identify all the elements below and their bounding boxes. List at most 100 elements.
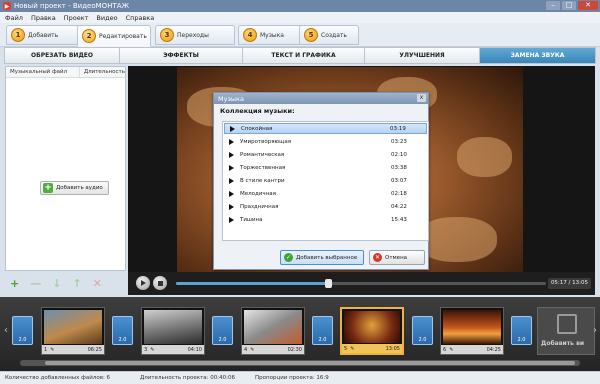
add-video-label: Добавить ви	[541, 340, 585, 347]
add-audio-button[interactable]: + Добавить аудио	[40, 181, 109, 195]
track-duration: 02:10	[391, 151, 407, 158]
seek-bar[interactable]	[176, 279, 546, 288]
dialog-close-button[interactable]: x	[417, 94, 426, 102]
track-row[interactable]: Тишина 15:43	[224, 214, 427, 225]
play-icon[interactable]	[227, 216, 235, 224]
track-row[interactable]: Романтическая 02:10	[224, 149, 427, 160]
transition-tile[interactable]: 2.0	[112, 316, 133, 345]
transition-duration: 2.0	[418, 337, 427, 343]
transition-tile[interactable]: 2.0	[412, 316, 433, 345]
track-name: Умиротворяющая	[240, 138, 292, 145]
track-row[interactable]: В стиле кантри 03:07	[224, 175, 427, 186]
play-icon[interactable]	[227, 151, 235, 159]
column-music-file[interactable]: Музыкальный файл	[6, 67, 80, 77]
close-window-button[interactable]: ✕	[578, 1, 598, 10]
clip-thumbnail	[44, 310, 102, 344]
step-tab-edit[interactable]: 2 Редактировать	[77, 25, 151, 47]
delete-icon[interactable]: ✕	[93, 278, 102, 290]
scrollbar-thumb[interactable]	[45, 361, 575, 365]
pencil-icon[interactable]: ✎	[449, 347, 453, 353]
tab-trim-video[interactable]: ОБРЕЗАТЬ ВИДЕО	[4, 47, 120, 64]
player-controls: 05:17 / 13:05	[128, 272, 595, 295]
play-button[interactable]	[136, 276, 150, 290]
clip-thumbnail	[443, 310, 501, 344]
transition-tile[interactable]: 2.0	[212, 316, 233, 345]
add-icon[interactable]: +	[10, 278, 19, 290]
clip-number: 5	[344, 345, 348, 352]
transition-duration: 2.0	[218, 337, 227, 343]
clip-number: 4	[244, 346, 248, 353]
remove-icon[interactable]: —	[30, 278, 41, 290]
checkmark-icon: ✓	[284, 253, 293, 262]
plus-icon: +	[43, 183, 53, 193]
pencil-icon[interactable]: ✎	[150, 347, 154, 353]
pencil-icon[interactable]: ✎	[350, 346, 354, 352]
transition-duration: 2.0	[517, 337, 526, 343]
scroll-left-icon[interactable]: ‹	[2, 317, 10, 345]
column-duration[interactable]: Длительность	[80, 69, 125, 75]
transition-tile[interactable]: 2.0	[12, 316, 33, 345]
pencil-icon[interactable]: ✎	[50, 347, 54, 353]
track-name: Романтическая	[240, 151, 285, 158]
stop-button[interactable]	[153, 276, 167, 290]
add-audio-label: Добавить аудио	[56, 185, 103, 191]
tab-enhancements[interactable]: УЛУЧШЕНИЯ	[365, 47, 480, 64]
move-up-icon[interactable]: ↑	[72, 278, 81, 290]
play-icon[interactable]	[227, 190, 235, 198]
clip-duration: 02:30	[287, 346, 302, 353]
play-icon[interactable]	[227, 164, 235, 172]
track-row[interactable]: Праздничная 04:22	[224, 201, 427, 212]
menu-edit[interactable]: Правка	[31, 14, 56, 22]
menu-file[interactable]: Файл	[5, 14, 23, 22]
video-clip[interactable]: 1 ✎ 06:25	[41, 307, 105, 355]
project-duration: Длительность проекта: 00:40:06	[140, 375, 235, 381]
timeline-scrollbar[interactable]	[20, 360, 580, 366]
track-row[interactable]: Спокойная 03:19	[224, 123, 427, 134]
track-duration: 03:19	[390, 125, 406, 132]
track-duration: 15:43	[391, 216, 407, 223]
clip-meta: 3 ✎ 04:10	[142, 345, 204, 354]
clip-number: 3	[144, 346, 148, 353]
project-ratio: Пропорции проекта: 16:9	[255, 375, 329, 381]
tab-effects[interactable]: ЭФФЕКТЫ	[120, 47, 243, 64]
cancel-button[interactable]: ✕ Отмена	[369, 250, 425, 265]
transition-tile[interactable]: 2.0	[511, 316, 532, 345]
play-icon[interactable]	[227, 203, 235, 211]
video-clip[interactable]: 3 ✎ 04:10	[141, 307, 205, 355]
step-number-icon: 3	[160, 28, 174, 42]
video-clip[interactable]: 6 ✎ 04:25	[440, 307, 504, 355]
track-name: В стиле кантри	[240, 177, 285, 184]
step-tab-create[interactable]: 5 Создать	[299, 25, 359, 45]
scroll-right-icon[interactable]: ›	[591, 317, 599, 345]
clip-meta: 5 ✎ 13:05	[342, 344, 402, 353]
play-icon[interactable]	[228, 125, 236, 133]
track-name: Торжественная	[240, 164, 286, 171]
video-clip-selected[interactable]: 5 ✎ 13:05	[340, 307, 404, 355]
step-number-icon: 1	[11, 28, 25, 42]
pencil-icon[interactable]: ✎	[250, 347, 254, 353]
track-row[interactable]: Мелодичная 02:18	[224, 188, 427, 199]
tab-replace-sound[interactable]: ЗАМЕНА ЗВУКА	[480, 47, 596, 64]
maximize-button[interactable]: □	[562, 1, 576, 10]
step-tab-transitions[interactable]: 3 Переходы	[155, 25, 235, 45]
clip-duration: 06:25	[87, 346, 102, 353]
track-row[interactable]: Умиротворяющая 03:23	[224, 136, 427, 147]
transition-tile[interactable]: 2.0	[312, 316, 333, 345]
seek-handle[interactable]	[324, 279, 332, 288]
menu-video[interactable]: Видео	[96, 14, 117, 22]
track-name: Мелодичная	[240, 190, 276, 197]
track-row[interactable]: Торжественная 03:38	[224, 162, 427, 173]
transition-duration: 2.0	[318, 337, 327, 343]
play-icon[interactable]	[227, 177, 235, 185]
add-video-tile[interactable]: Добавить ви	[537, 307, 595, 355]
video-clip[interactable]: 4 ✎ 02:30	[241, 307, 305, 355]
minimize-button[interactable]: –	[546, 1, 560, 10]
move-down-icon[interactable]: ↓	[52, 278, 61, 290]
menu-project[interactable]: Проект	[64, 14, 89, 22]
clip-thumbnail	[244, 310, 302, 344]
tab-text-graphics[interactable]: ТЕКСТ И ГРАФИКА	[243, 47, 365, 64]
add-selected-button[interactable]: ✓ Добавить выбранное	[280, 250, 364, 265]
play-icon[interactable]	[227, 138, 235, 146]
transition-duration: 2.0	[118, 337, 127, 343]
menu-help[interactable]: Справка	[126, 14, 155, 22]
